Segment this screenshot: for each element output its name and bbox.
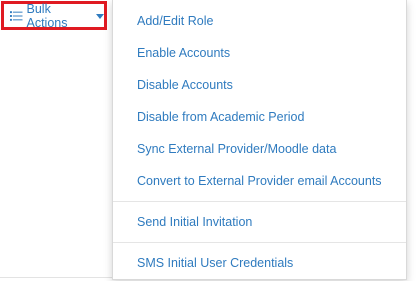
bulk-actions-button[interactable]: Bulk Actions (1, 1, 107, 30)
menu-divider (113, 201, 406, 202)
caret-down-icon (96, 14, 104, 19)
page: Bulk Actions Add/Edit Role Enable Accoun… (0, 0, 419, 281)
menu-divider (113, 242, 406, 243)
bulk-actions-menu: Add/Edit Role Enable Accounts Disable Ac… (112, 0, 407, 280)
list-icon (10, 10, 23, 21)
divider (0, 277, 112, 278)
menu-item-disable-accounts[interactable]: Disable Accounts (113, 69, 406, 101)
menu-item-disable-from-academic-period[interactable]: Disable from Academic Period (113, 101, 406, 133)
menu-item-sms-initial-credentials[interactable]: SMS Initial User Credentials (113, 247, 406, 279)
menu-item-sync-external-provider[interactable]: Sync External Provider/Moodle data (113, 133, 406, 165)
bulk-actions-label: Bulk Actions (26, 1, 68, 30)
menu-item-convert-email-accounts[interactable]: Convert to External Provider email Accou… (113, 165, 406, 197)
menu-item-send-initial-invitation[interactable]: Send Initial Invitation (113, 206, 406, 238)
menu-item-add-edit-role[interactable]: Add/Edit Role (113, 5, 406, 37)
menu-item-enable-accounts[interactable]: Enable Accounts (113, 37, 406, 69)
